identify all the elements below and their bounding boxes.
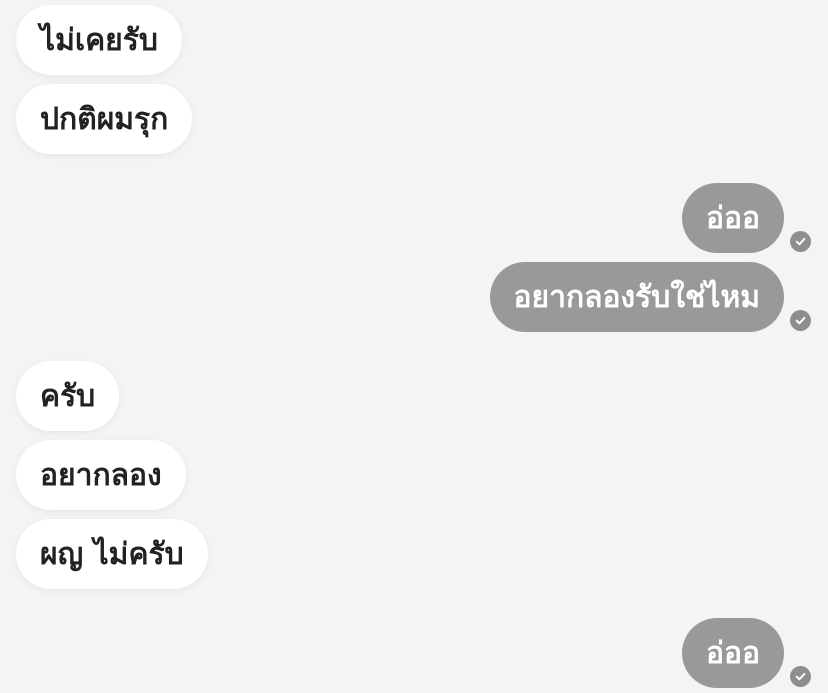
incoming-message-bubble[interactable]: ครับ bbox=[16, 361, 120, 431]
outgoing-message-bubble[interactable]: อยากลองรับใช่ไหม bbox=[489, 262, 784, 332]
incoming-message-bubble[interactable]: อยากลอง bbox=[16, 440, 186, 510]
outgoing-message-bubble[interactable]: อ่ออ bbox=[681, 183, 784, 253]
incoming-message-bubble[interactable]: ปกติผมรุก bbox=[16, 84, 193, 154]
read-check-icon bbox=[790, 231, 811, 252]
read-check-icon bbox=[790, 310, 811, 331]
incoming-message-bubble[interactable]: ผญ ไม่ครับ bbox=[16, 519, 208, 589]
outgoing-message-bubble[interactable]: อ่ออ bbox=[681, 618, 784, 688]
read-check-icon bbox=[790, 666, 811, 687]
incoming-message-bubble[interactable]: ไม่เคยรับ bbox=[16, 5, 182, 75]
